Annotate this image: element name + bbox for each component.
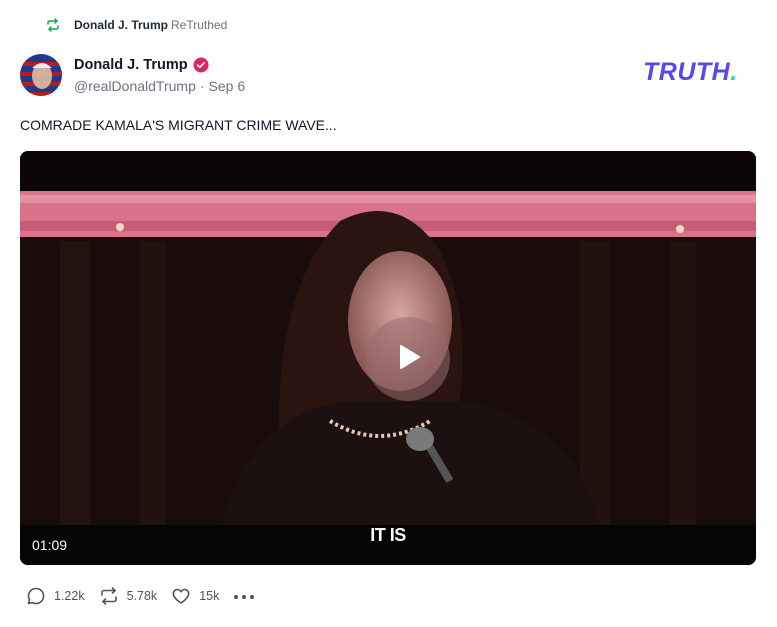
play-button[interactable]	[366, 317, 450, 401]
more-options-button[interactable]	[233, 586, 255, 606]
retruth-banner: Donald J. Trump ReTruthed	[46, 18, 227, 32]
video-duration: 01:09	[32, 537, 68, 553]
logo-dot: .	[730, 58, 738, 86]
logo-text: TRUTH	[643, 58, 731, 86]
author-handle[interactable]: @realDonaldTrump	[74, 78, 196, 94]
verified-badge-icon	[193, 57, 209, 73]
more-dots-icon	[233, 587, 255, 605]
like-count: 15k	[199, 589, 220, 603]
reply-icon	[26, 586, 46, 606]
post-actions: 1.22k 5.78k 15k	[26, 586, 255, 606]
reply-button[interactable]: 1.22k	[26, 586, 85, 606]
retruth-icon	[46, 18, 60, 32]
avatar[interactable]	[20, 54, 62, 96]
retruth-count: 5.78k	[126, 589, 158, 603]
video-caption: IT IS	[370, 525, 406, 545]
play-icon	[392, 341, 424, 378]
retruth-button[interactable]: 5.78k	[99, 586, 158, 606]
like-button[interactable]: 15k	[171, 586, 219, 606]
truth-logo: TRUTH.	[643, 60, 738, 85]
post-text: COMRADE KAMALA'S MIGRANT CRIME WAVE...	[20, 117, 337, 133]
meta-separator: ·	[199, 77, 205, 94]
heart-icon	[171, 586, 191, 606]
reply-count: 1.22k	[54, 589, 85, 603]
retruth-action-icon	[99, 586, 119, 606]
post-header: Donald J. Trump @realDonaldTrump · Sep 6	[20, 54, 245, 96]
post-date[interactable]: Sep 6	[209, 78, 246, 94]
retruth-user-link[interactable]: Donald J. Trump	[74, 18, 168, 32]
video-player[interactable]: IT IS 01:09	[20, 151, 756, 565]
author-name[interactable]: Donald J. Trump	[74, 57, 188, 73]
retruth-label: ReTruthed	[171, 18, 228, 32]
